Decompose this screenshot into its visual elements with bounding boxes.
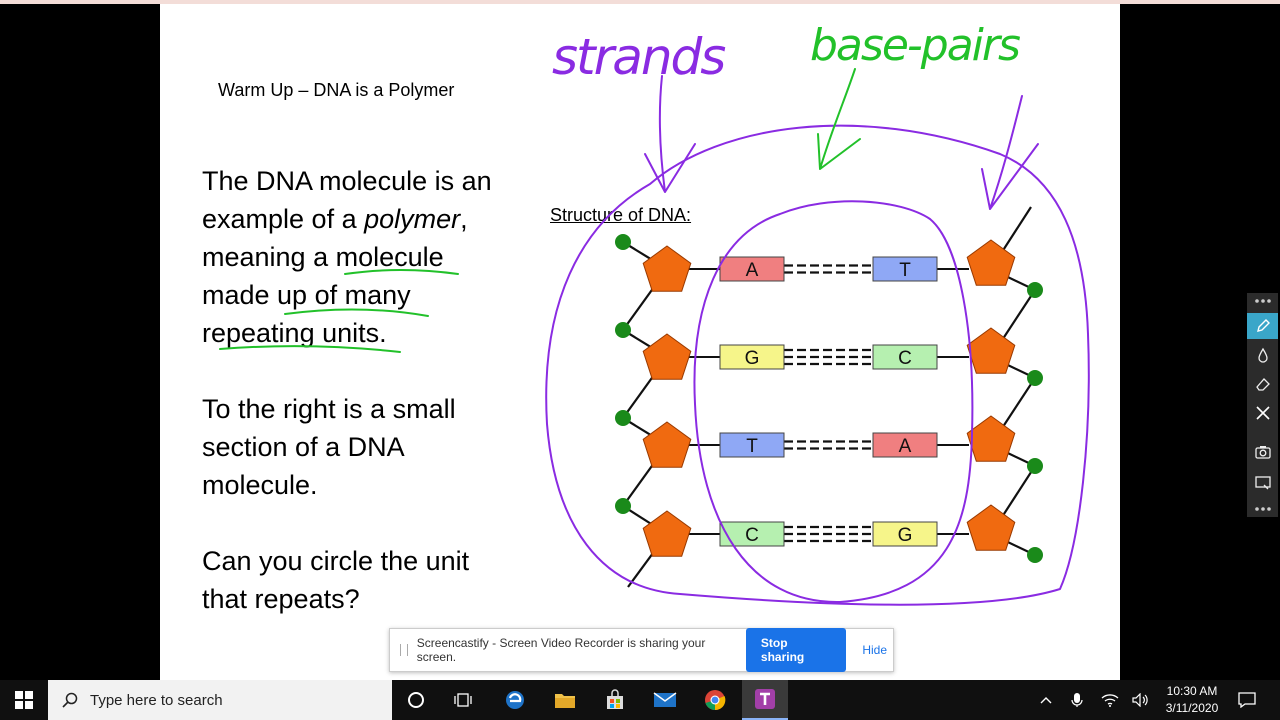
slide-canvas: Warm Up – DNA is a Polymer The DNA molec… bbox=[160, 4, 1120, 680]
share-message: Screencastify - Screen Video Recorder is… bbox=[416, 636, 706, 664]
store-icon[interactable] bbox=[593, 680, 637, 720]
ink-underline bbox=[344, 269, 459, 275]
ink-arrow-right-strand bbox=[981, 95, 1039, 210]
sugar-pentagon bbox=[642, 245, 692, 292]
taskbar-search-box[interactable]: Type here to search bbox=[48, 680, 392, 720]
phosphate-circle bbox=[1027, 547, 1043, 563]
sugar-pentagon bbox=[966, 239, 1016, 286]
base-letter: A bbox=[746, 260, 759, 281]
base-letter: A bbox=[899, 436, 912, 457]
cortana-icon[interactable] bbox=[395, 680, 437, 720]
phosphate-circle bbox=[615, 410, 631, 426]
clock-time: 10:30 AM bbox=[1166, 684, 1218, 698]
pen-icon[interactable] bbox=[1247, 313, 1278, 339]
chrome-icon[interactable] bbox=[693, 680, 737, 720]
sugar-pentagon bbox=[966, 504, 1016, 551]
edge-browser-icon[interactable] bbox=[493, 680, 537, 720]
search-icon bbox=[62, 692, 78, 708]
sugar-pentagon bbox=[642, 421, 692, 468]
sugar-pentagon bbox=[642, 333, 692, 380]
volume-icon[interactable] bbox=[1128, 680, 1154, 720]
base-letter: C bbox=[745, 525, 759, 546]
ink-arrow-base-pairs bbox=[817, 68, 861, 170]
phosphate-circle bbox=[1027, 282, 1043, 298]
base-letter: T bbox=[746, 436, 758, 457]
base-letter: G bbox=[898, 525, 913, 546]
ink-underline bbox=[284, 308, 429, 317]
ink-drop-icon[interactable] bbox=[1247, 342, 1278, 368]
sugar-pentagon bbox=[966, 327, 1016, 374]
ink-label-strands: strands bbox=[552, 28, 725, 86]
show-hidden-icons-chevron[interactable] bbox=[1033, 680, 1059, 720]
more-icon[interactable] bbox=[1247, 501, 1278, 517]
base-letter: C bbox=[898, 348, 912, 369]
microphone-icon[interactable] bbox=[1064, 680, 1090, 720]
clock-date: 3/11/2020 bbox=[1165, 701, 1219, 715]
close-icon[interactable] bbox=[1247, 400, 1278, 426]
hide-button[interactable]: Hide bbox=[856, 635, 893, 665]
more-icon[interactable] bbox=[1247, 293, 1278, 309]
phosphate-circle bbox=[615, 234, 631, 250]
ink-label-base-pairs: base-pairs bbox=[810, 20, 1020, 71]
system-clock[interactable]: 10:30 AM 3/11/2020 bbox=[1152, 683, 1232, 717]
phosphate-circle bbox=[615, 322, 631, 338]
ink-toolbar bbox=[1247, 293, 1278, 517]
teams-icon[interactable] bbox=[742, 680, 788, 720]
dna-diagram: A T G C T A C G bbox=[615, 206, 1043, 588]
taskbar: Type here to search 10:30 AM 3/11/2020 bbox=[0, 680, 1280, 720]
phosphate-circle bbox=[615, 498, 631, 514]
whiteboard-icon[interactable] bbox=[1247, 470, 1278, 496]
ink-underline bbox=[219, 345, 401, 353]
base-letter: T bbox=[899, 260, 911, 281]
ink-annotations: strands base-pairs bbox=[219, 20, 1090, 606]
base-letter: G bbox=[745, 348, 760, 369]
task-view-icon[interactable] bbox=[442, 680, 484, 720]
search-placeholder: Type here to search bbox=[90, 691, 223, 709]
ink-arrow-strands bbox=[644, 75, 696, 193]
sugar-pentagon bbox=[966, 415, 1016, 462]
phosphate-circle bbox=[1027, 370, 1043, 386]
mail-icon[interactable] bbox=[643, 680, 687, 720]
sugar-pentagon bbox=[642, 510, 692, 557]
stop-sharing-button[interactable]: Stop sharing bbox=[745, 628, 847, 672]
wifi-icon[interactable] bbox=[1097, 680, 1123, 720]
file-explorer-icon[interactable] bbox=[543, 680, 587, 720]
phosphate-circle bbox=[1027, 458, 1043, 474]
notifications-icon[interactable] bbox=[1234, 680, 1260, 720]
camera-icon[interactable] bbox=[1247, 439, 1278, 465]
eraser-icon[interactable] bbox=[1247, 371, 1278, 397]
drag-handle-icon[interactable] bbox=[400, 644, 408, 656]
windows-start-icon[interactable] bbox=[0, 680, 48, 720]
screen-share-notification: Screencastify - Screen Video Recorder is… bbox=[389, 628, 894, 672]
dna-diagram-and-ink: A T G C T A C G strands base-pairs bbox=[219, 20, 1090, 606]
